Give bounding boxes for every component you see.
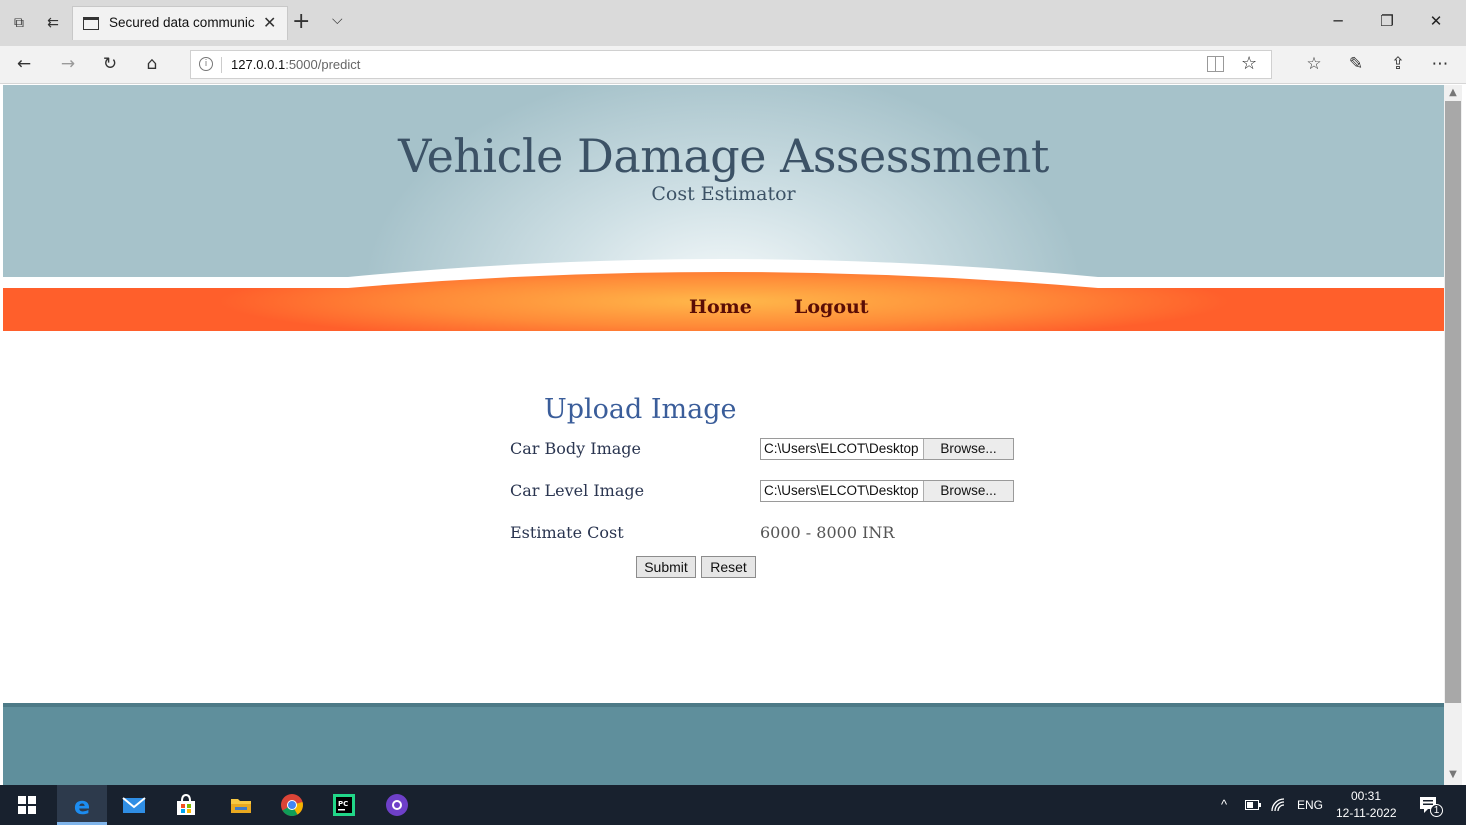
car-body-file-path[interactable]: C:\Users\ELCOT\Desktop	[764, 441, 922, 456]
chevron-down-icon[interactable]: ⌵	[332, 12, 343, 28]
tab-preview-icon[interactable]: ⧉	[10, 14, 28, 32]
more-icon[interactable]: ⋯	[1428, 54, 1452, 74]
battery-icon[interactable]	[1245, 800, 1261, 810]
car-level-file-path[interactable]: C:\Users\ELCOT\Desktop	[764, 483, 922, 498]
tab-title: Secured data communic	[109, 15, 255, 30]
windows-taskbar: e PC ^ ENG 00:31 12-11-2022 1	[0, 785, 1466, 825]
browser-nav-bar: ← → ↻ ⌂ i 127.0.0.1:5000/predict ☆ ☆ ✎ ⇪…	[0, 46, 1466, 84]
minimize-icon[interactable]: ─	[1326, 12, 1350, 30]
menu-logout-link[interactable]: Logout	[794, 296, 869, 318]
car-body-label: Car Body Image	[510, 439, 642, 458]
home-icon[interactable]: ⌂	[140, 54, 164, 74]
plus-icon[interactable]: +	[292, 10, 310, 34]
header-curve-band	[3, 259, 1444, 331]
upload-heading: Upload Image	[544, 394, 737, 425]
url-separator	[221, 57, 222, 73]
browser-title-bar: ⧉ ⇇ Secured data communic ✕ + ⌵ ─ ❐ ✕	[0, 0, 1466, 46]
language-indicator[interactable]: ENG	[1297, 798, 1323, 812]
address-bar[interactable]: i 127.0.0.1:5000/predict ☆	[190, 50, 1272, 79]
car-level-label: Car Level Image	[510, 481, 645, 500]
close-icon[interactable]: ✕	[263, 13, 276, 32]
restore-icon[interactable]: ❐	[1375, 12, 1399, 30]
estimate-cost-label: Estimate Cost	[510, 523, 624, 542]
back-icon[interactable]: ←	[12, 54, 36, 74]
menu-home-link[interactable]: Home	[689, 296, 752, 318]
url-text[interactable]: 127.0.0.1:5000/predict	[231, 57, 360, 72]
clock-date[interactable]: 12-11-2022	[1336, 806, 1397, 820]
browser-tab[interactable]: Secured data communic ✕	[72, 6, 288, 40]
scroll-thumb[interactable]	[1445, 101, 1461, 703]
estimate-cost-value: 6000 - 8000 INR	[760, 523, 895, 542]
store-icon[interactable]	[174, 793, 198, 817]
set-aside-tabs-icon[interactable]: ⇇	[44, 14, 62, 32]
site-subtitle: Cost Estimator	[651, 183, 796, 205]
info-icon[interactable]: i	[199, 57, 213, 71]
scroll-down-icon[interactable]: ▼	[1444, 769, 1462, 780]
site-title: Vehicle Damage Assessment	[398, 129, 1049, 183]
car-level-browse-button[interactable]: Browse...	[923, 481, 1013, 501]
star-icon[interactable]: ☆	[1241, 53, 1257, 74]
svg-text:e: e	[74, 793, 90, 817]
reading-view-icon[interactable]	[1207, 56, 1224, 72]
clock-time[interactable]: 00:31	[1351, 789, 1381, 803]
url-path: :5000/predict	[285, 57, 361, 72]
close-window-icon[interactable]: ✕	[1424, 12, 1448, 30]
mail-icon[interactable]	[122, 793, 146, 817]
car-body-file-input[interactable]: C:\Users\ELCOT\Desktop Browse...	[760, 438, 1014, 460]
pycharm-icon[interactable]: PC	[332, 793, 356, 817]
pen-icon[interactable]: ✎	[1344, 54, 1368, 74]
edge-icon[interactable]: e	[70, 793, 94, 817]
svg-text:PC: PC	[338, 800, 348, 808]
github-icon[interactable]	[385, 793, 409, 817]
submit-button[interactable]: Submit	[636, 556, 696, 578]
windows-start-icon[interactable]	[18, 796, 36, 814]
vertical-scrollbar[interactable]: ▲ ▼	[1444, 85, 1462, 785]
file-explorer-icon[interactable]	[229, 793, 253, 817]
chevron-up-icon[interactable]: ^	[1221, 797, 1227, 812]
main-content	[3, 331, 1444, 703]
car-level-file-input[interactable]: C:\Users\ELCOT\Desktop Browse...	[760, 480, 1014, 502]
web-page: Vehicle Damage Assessment Cost Estimator…	[3, 85, 1444, 785]
notification-count: 1	[1430, 804, 1443, 817]
url-host: 127.0.0.1	[231, 57, 286, 72]
scroll-up-icon[interactable]: ▲	[1444, 87, 1462, 98]
page-icon	[83, 17, 99, 30]
share-icon[interactable]: ⇪	[1386, 54, 1410, 74]
favorites-icon[interactable]: ☆	[1302, 54, 1326, 74]
site-header: Vehicle Damage Assessment Cost Estimator	[3, 85, 1444, 277]
site-footer	[3, 703, 1444, 785]
reset-button[interactable]: Reset	[701, 556, 756, 578]
forward-icon[interactable]: →	[56, 54, 80, 74]
wifi-icon[interactable]	[1270, 797, 1286, 813]
car-body-browse-button[interactable]: Browse...	[923, 439, 1013, 459]
chrome-icon[interactable]	[280, 793, 304, 817]
refresh-icon[interactable]: ↻	[98, 54, 122, 74]
